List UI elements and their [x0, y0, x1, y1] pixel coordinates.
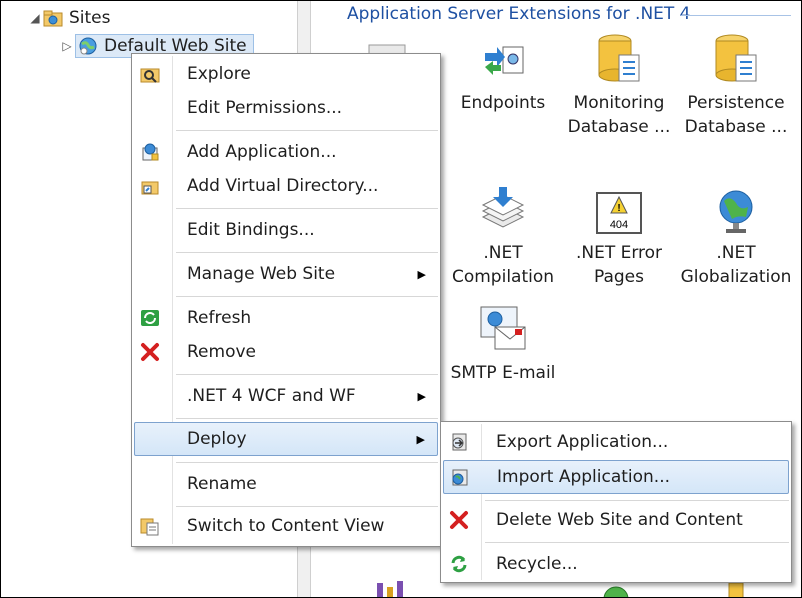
- feature-endpoints[interactable]: Endpoints: [443, 39, 563, 115]
- menu-item-label: Add Virtual Directory...: [187, 176, 379, 196]
- menu-item-label: Import Application...: [497, 467, 671, 487]
- content-view-icon: [140, 518, 159, 536]
- menu-item-import-application[interactable]: Import Application...: [443, 460, 789, 494]
- menu-item-recycle[interactable]: Recycle...: [443, 548, 789, 580]
- menu-separator: [485, 542, 789, 543]
- feature-label: Endpoints: [460, 93, 546, 113]
- site-context-menu: Explore Edit Permissions... Add Applicat…: [131, 53, 441, 547]
- menu-separator: [485, 500, 789, 501]
- menu-separator: [176, 208, 438, 209]
- menu-item-deploy[interactable]: Deploy ▶: [134, 422, 438, 456]
- partial-feature-icon: [728, 582, 744, 597]
- feature-label-line2: Database ...: [684, 117, 788, 137]
- error-page-icon: ! 404: [596, 192, 642, 234]
- menu-item-switch-content-view[interactable]: Switch to Content View: [134, 510, 438, 542]
- menu-item-label: .NET 4 WCF and WF: [187, 386, 356, 406]
- feature-persistence-database[interactable]: Persistence Database ...: [676, 31, 796, 139]
- menu-item-label: Remove: [187, 342, 256, 362]
- database-icon: [598, 34, 640, 82]
- menu-separator: [176, 252, 438, 253]
- menu-item-net4-wcf-wf[interactable]: .NET 4 WCF and WF ▶: [134, 380, 438, 412]
- feature-net-compilation[interactable]: .NET Compilation: [443, 187, 563, 289]
- export-application-icon: [452, 433, 467, 451]
- menu-item-refresh[interactable]: Refresh: [134, 302, 438, 334]
- database-icon: [715, 34, 757, 82]
- feature-label: SMTP E-mail: [450, 363, 556, 383]
- menu-item-rename[interactable]: Rename: [134, 468, 438, 500]
- menu-item-explore[interactable]: Explore: [134, 58, 438, 90]
- menu-item-edit-bindings[interactable]: Edit Bindings...: [134, 214, 438, 246]
- feature-label-line1: .NET: [716, 243, 756, 263]
- recycle-icon: [451, 555, 467, 573]
- feature-smtp-email[interactable]: SMTP E-mail: [443, 303, 563, 385]
- menu-item-label: Switch to Content View: [187, 516, 385, 536]
- menu-item-label: Add Application...: [187, 142, 337, 162]
- feature-label-line1: Monitoring: [573, 93, 665, 113]
- menu-item-label: Explore: [187, 64, 251, 84]
- menu-item-add-application[interactable]: Add Application...: [134, 136, 438, 168]
- feature-label-line2: Database ...: [567, 117, 671, 137]
- feature-label-line1: Persistence: [687, 93, 785, 113]
- menu-item-export-application[interactable]: Export Application...: [443, 426, 789, 458]
- smtp-email-icon: [480, 306, 526, 350]
- menu-item-label: Refresh: [187, 308, 252, 328]
- submenu-arrow-icon: ▶: [417, 389, 426, 403]
- compilation-icon: [481, 187, 525, 228]
- group-divider: [681, 15, 791, 16]
- expand-arrow-icon[interactable]: ▷: [59, 39, 75, 53]
- refresh-icon: [141, 310, 159, 326]
- feature-label-line2: Pages: [593, 267, 644, 287]
- remove-x-icon: [141, 343, 159, 361]
- menu-separator: [176, 506, 438, 507]
- feature-label-line1: .NET Error: [575, 243, 663, 263]
- menu-item-label: Deploy: [187, 429, 247, 449]
- feature-label-line2: Compilation: [451, 267, 555, 287]
- iis-manager-window: ◢ Sites ▷ Default Web Site Application S…: [0, 0, 802, 598]
- menu-item-edit-permissions[interactable]: Edit Permissions...: [134, 92, 438, 124]
- endpoints-icon: [485, 46, 524, 75]
- add-application-icon: [142, 143, 159, 161]
- menu-item-delete-site-content[interactable]: Delete Web Site and Content: [443, 504, 789, 536]
- menu-item-label: Rename: [187, 474, 257, 494]
- feature-label-line1: .NET: [483, 243, 523, 263]
- globe-site-icon: [79, 37, 97, 55]
- menu-item-label: Manage Web Site: [187, 264, 336, 284]
- menu-item-manage-web-site[interactable]: Manage Web Site ▶: [134, 258, 438, 290]
- deploy-submenu: Export Application... Import Application…: [440, 421, 792, 583]
- explore-folder-icon: [140, 68, 160, 83]
- menu-item-label: Edit Bindings...: [187, 220, 315, 240]
- submenu-arrow-icon: ▶: [417, 267, 426, 281]
- submenu-arrow-icon: ▶: [416, 432, 425, 446]
- menu-item-label: Recycle...: [496, 554, 578, 574]
- import-application-icon: [452, 469, 468, 486]
- menu-separator: [176, 374, 438, 375]
- menu-item-label: Delete Web Site and Content: [496, 510, 743, 530]
- menu-separator: [176, 418, 438, 419]
- menu-separator: [176, 462, 438, 463]
- menu-separator: [176, 130, 438, 131]
- menu-item-remove[interactable]: Remove: [134, 336, 438, 368]
- group-title: Application Server Extensions for .NET 4: [347, 4, 697, 24]
- feature-label-line2: Globalization: [680, 267, 792, 287]
- feature-monitoring-database[interactable]: Monitoring Database ...: [559, 31, 679, 139]
- menu-separator: [176, 296, 438, 297]
- sites-label: Sites: [69, 8, 111, 28]
- globe-icon: [719, 190, 753, 233]
- svg-text:!: !: [617, 203, 620, 214]
- collapse-arrow-icon[interactable]: ◢: [27, 11, 43, 25]
- tree-node-sites[interactable]: ◢ Sites: [27, 6, 111, 30]
- menu-item-add-virtual-directory[interactable]: Add Virtual Directory...: [134, 170, 438, 202]
- svg-text:404: 404: [610, 219, 628, 231]
- feature-net-globalization[interactable]: .NET Globalization: [676, 187, 796, 289]
- delete-x-icon: [450, 511, 468, 529]
- menu-item-label: Edit Permissions...: [187, 98, 343, 118]
- partial-feature-icon: [377, 581, 403, 597]
- add-virtual-directory-icon: [141, 181, 159, 195]
- sites-folder-icon: [43, 10, 63, 27]
- menu-item-label: Export Application...: [496, 432, 669, 452]
- feature-net-error-pages[interactable]: ! 404 .NET Error Pages: [559, 187, 679, 289]
- partial-feature-icon: [603, 586, 629, 597]
